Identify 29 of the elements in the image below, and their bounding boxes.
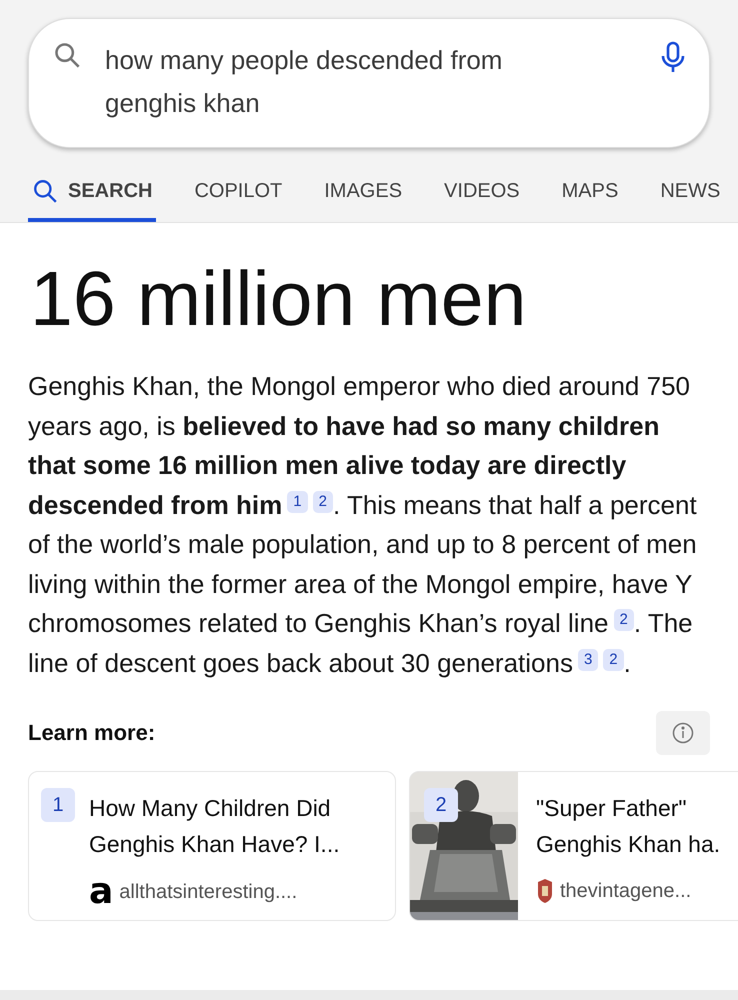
card-title: "Super Father" Genghis Khan ha.	[536, 794, 722, 859]
source-card[interactable]: 2 "Super Father" Genghis Khan ha. thevintagene...	[409, 771, 738, 921]
info-button[interactable]	[656, 711, 710, 755]
tab[interactable]: VIDEOS	[440, 172, 524, 222]
source-name: thevintagene...	[560, 880, 692, 902]
citation-number: 1	[41, 788, 75, 822]
answer-title: 16 million men	[30, 259, 528, 339]
tab[interactable]: IMAGES	[320, 172, 406, 222]
tab[interactable]: MAPS	[558, 172, 622, 222]
tab[interactable]: NEWS	[656, 172, 724, 222]
citation-link[interactable]: 1	[287, 490, 308, 512]
citation-link[interactable]: 3	[578, 648, 598, 670]
citation-number: 2	[424, 788, 458, 822]
search-query: how many people descended from genghis khan	[105, 44, 504, 120]
microphone-icon[interactable]	[661, 41, 685, 75]
search-icon	[32, 178, 58, 204]
tab[interactable]: COPILOT	[190, 172, 286, 222]
citation-link[interactable]: 2	[603, 648, 624, 670]
answer-paragraph: Genghis Khan, the Mongol emperor who died around 750 years ago, is believed to have had so many children that some 16 million men alive today are directly descended from him 1 2 . This means that half a percent of the world’s male population, and up to 8 percent of men living within the former area of the Mongol empire, have Y chromosomes related to Genghis Khan’s royal line 2 . The line of descent goes back about 30 generations 3 2 .	[28, 370, 698, 680]
search-field[interactable]: how many people descended from genghis khan	[28, 18, 710, 148]
info-icon	[672, 722, 694, 744]
card-title: How Many Children Did Genghis Khan Have? I...	[89, 794, 341, 859]
search-icon	[53, 41, 81, 69]
learn-more-heading: Learn more:	[28, 720, 156, 746]
shield-icon	[536, 878, 554, 904]
citation-link[interactable]: 2	[614, 609, 634, 631]
source-name: allthatsinteresting....	[119, 880, 298, 904]
site-logo: a	[89, 878, 114, 906]
citation-link[interactable]: 2	[312, 490, 333, 512]
